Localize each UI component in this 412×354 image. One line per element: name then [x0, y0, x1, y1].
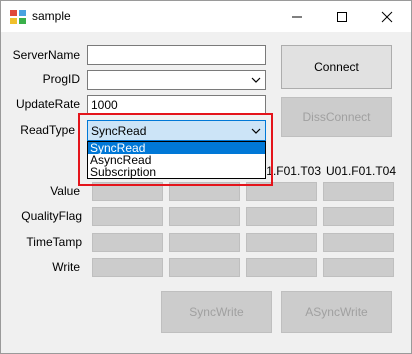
async-write-button[interactable]: ASyncWrite [281, 291, 392, 333]
timestamp-cell-3[interactable] [246, 233, 317, 252]
row-label-write: Write [52, 260, 80, 274]
maximize-button[interactable] [319, 1, 364, 32]
write-cell-1[interactable] [92, 258, 163, 277]
server-name-input[interactable] [87, 45, 266, 65]
quality-cell-2[interactable] [169, 207, 240, 226]
column-header-4: U01.F01.T04 [325, 164, 396, 178]
read-type-label: ReadType [20, 123, 75, 137]
write-cell-2[interactable] [169, 258, 240, 277]
minimize-icon [291, 16, 302, 17]
connect-button[interactable]: Connect [281, 45, 392, 89]
timestamp-cell-4[interactable] [323, 233, 394, 252]
row-label-timestamp: TimeTamp [26, 235, 82, 249]
window-title: sample [32, 9, 71, 23]
write-cell-4[interactable] [323, 258, 394, 277]
chevron-down-icon [251, 77, 261, 83]
row-label-value: Value [50, 184, 80, 198]
update-rate-input[interactable]: 1000 [87, 95, 266, 115]
highlight-box [78, 113, 273, 186]
close-button[interactable] [364, 1, 409, 32]
timestamp-cell-2[interactable] [169, 233, 240, 252]
quality-cell-4[interactable] [323, 207, 394, 226]
row-label-quality-flag: QualityFlag [21, 209, 82, 223]
write-cell-3[interactable] [246, 258, 317, 277]
timestamp-cell-1[interactable] [92, 233, 163, 252]
server-name-label: ServerName [12, 48, 80, 62]
quality-cell-1[interactable] [92, 207, 163, 226]
quality-cell-3[interactable] [246, 207, 317, 226]
value-cell-4[interactable] [323, 182, 394, 201]
disconnect-button[interactable]: DissConnect [281, 97, 392, 137]
close-icon [381, 11, 392, 22]
prog-id-label: ProgID [42, 72, 80, 86]
sync-write-button[interactable]: SyncWrite [161, 291, 272, 333]
minimize-button[interactable] [274, 1, 319, 32]
prog-id-select[interactable] [87, 70, 266, 90]
maximize-icon [336, 11, 347, 22]
update-rate-label: UpdateRate [15, 97, 80, 111]
app-icon [10, 10, 26, 24]
